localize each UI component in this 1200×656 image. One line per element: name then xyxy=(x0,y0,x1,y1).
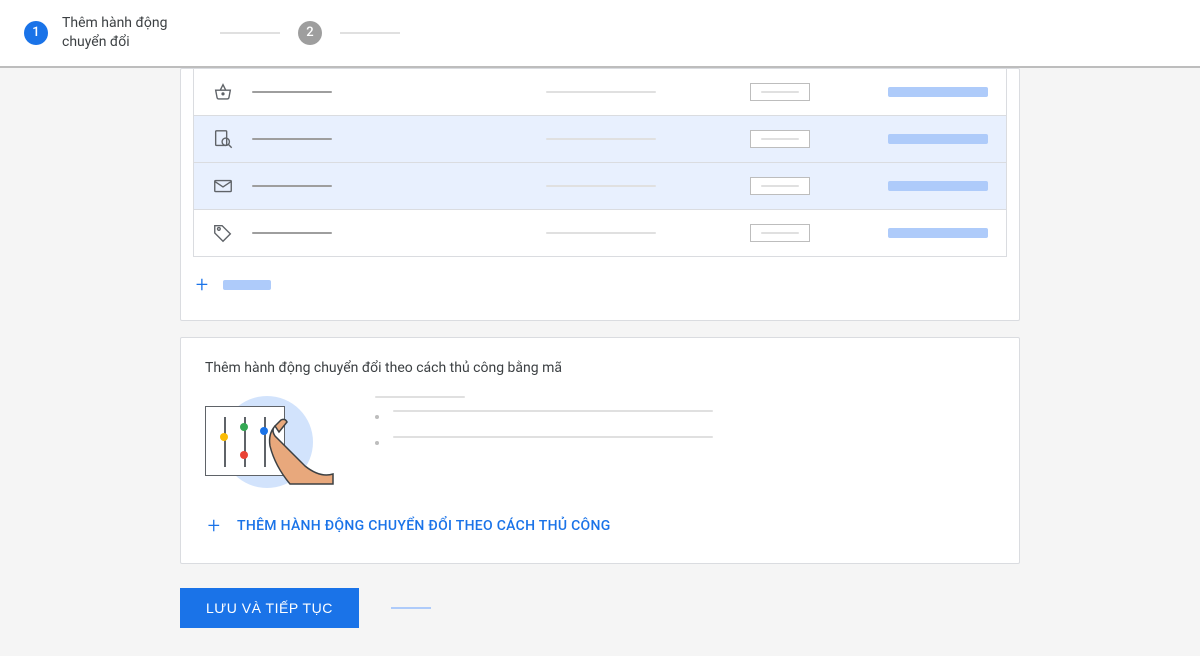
manual-illustration xyxy=(205,396,325,486)
conversion-options-table xyxy=(193,69,1007,257)
search-doc-icon xyxy=(212,128,234,150)
add-conversion-link[interactable]: + xyxy=(181,257,1019,316)
step-1[interactable]: 1 Thêm hành động chuyển đổi xyxy=(24,14,202,52)
option-row[interactable] xyxy=(194,69,1006,116)
value-dropdown[interactable] xyxy=(750,130,810,148)
action-link[interactable] xyxy=(888,87,988,97)
footer-buttons: LƯU VÀ TIẾP TỤC xyxy=(180,588,1020,628)
value-dropdown[interactable] xyxy=(750,177,810,195)
step-connector xyxy=(340,32,400,34)
basket-icon xyxy=(212,81,234,103)
manual-conversion-card: Thêm hành động chuyển đổi theo cách thủ … xyxy=(180,337,1020,564)
action-link[interactable] xyxy=(888,181,988,191)
hand-icon xyxy=(265,416,335,486)
add-manual-conversion-button[interactable]: + THÊM HÀNH ĐỘNG CHUYỂN ĐỔI THEO CÁCH TH… xyxy=(205,514,995,539)
step-connector xyxy=(220,32,280,34)
action-link[interactable] xyxy=(888,228,988,238)
step-2[interactable]: 2 xyxy=(298,21,322,45)
add-manual-label: THÊM HÀNH ĐỘNG CHUYỂN ĐỔI THEO CÁCH THỦ … xyxy=(237,518,611,534)
save-continue-button[interactable]: LƯU VÀ TIẾP TỤC xyxy=(180,588,359,628)
stepper-header: 1 Thêm hành động chuyển đổi 2 xyxy=(0,0,1200,68)
step-1-circle: 1 xyxy=(24,21,48,45)
value-dropdown[interactable] xyxy=(750,224,810,242)
plus-icon: + xyxy=(205,514,223,539)
step-1-label: Thêm hành động chuyển đổi xyxy=(62,14,202,52)
manual-description xyxy=(375,396,995,462)
manual-card-title: Thêm hành động chuyển đổi theo cách thủ … xyxy=(205,360,995,376)
conversion-options-card: + xyxy=(180,68,1020,321)
secondary-link[interactable] xyxy=(391,607,431,609)
tag-icon xyxy=(212,222,234,244)
page-canvas: + Thêm hành động chuyển đổi theo cách th… xyxy=(0,68,1200,656)
option-row[interactable] xyxy=(194,116,1006,163)
plus-icon: + xyxy=(193,273,211,298)
envelope-icon xyxy=(212,175,234,197)
option-row[interactable] xyxy=(194,210,1006,256)
option-row[interactable] xyxy=(194,163,1006,210)
step-2-circle: 2 xyxy=(298,21,322,45)
action-link[interactable] xyxy=(888,134,988,144)
value-dropdown[interactable] xyxy=(750,83,810,101)
